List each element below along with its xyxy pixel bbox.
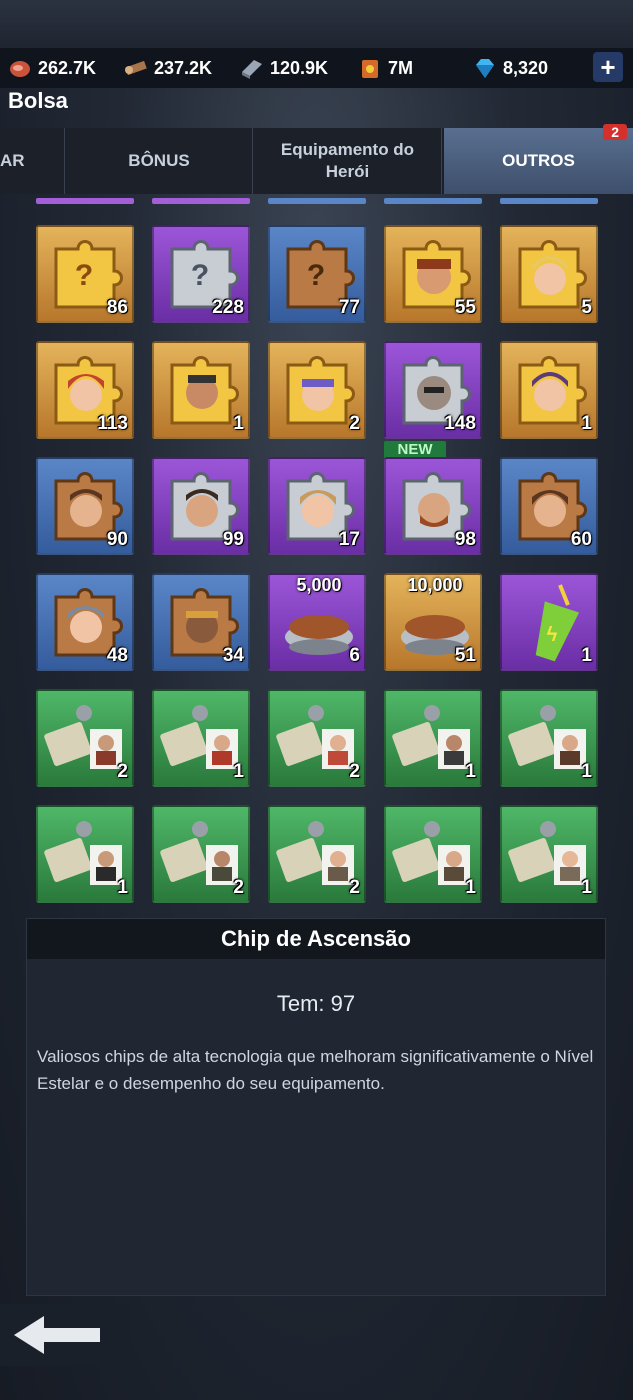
notification-badge: 2	[603, 124, 627, 140]
page-title: Bolsa	[8, 88, 68, 113]
svg-text:ϟ: ϟ	[547, 624, 558, 646]
svg-text:?: ?	[75, 259, 93, 292]
item-dog-tag-photo[interactable]: 1	[500, 805, 598, 903]
resource-value: 8,320	[503, 57, 549, 78]
item-hero-puzzle[interactable]: 60	[500, 457, 598, 555]
steel-icon	[240, 56, 264, 80]
row-strip	[152, 198, 250, 204]
item-description: Valiosos chips de alta tecnologia que me…	[37, 1047, 594, 1093]
item-energy-drink[interactable]: ϟ 1	[500, 573, 598, 671]
wood-icon	[124, 56, 148, 80]
fuel-icon	[358, 56, 382, 80]
tab-label: OUTROS	[502, 151, 575, 170]
resource-diamond[interactable]: 8,320	[473, 56, 548, 80]
item-hero-puzzle[interactable]: 34	[152, 573, 250, 671]
item-hero-puzzle[interactable]: 90	[36, 457, 134, 555]
tab-others[interactable]: OUTROS 2	[444, 124, 633, 194]
resource-value: 120.9K	[270, 57, 329, 78]
svg-text:?: ?	[191, 259, 209, 292]
item-hero-puzzle[interactable]: 17	[268, 457, 366, 555]
item-hero-puzzle[interactable]: 98	[384, 457, 482, 555]
resource-meat[interactable]: 262.7K	[8, 56, 96, 80]
row-strip	[500, 198, 598, 204]
resource-value: 237.2K	[154, 57, 213, 78]
item-dog-tag-photo[interactable]: 1	[384, 689, 482, 787]
item-hero-puzzle[interactable]: 1	[152, 341, 250, 439]
add-diamonds-button[interactable]: +	[593, 52, 623, 82]
item-dog-tag-photo[interactable]: 1	[384, 805, 482, 903]
item-hero-puzzle[interactable]: 2	[268, 341, 366, 439]
item-dog-tag-photo[interactable]: 2	[268, 805, 366, 903]
tab-bonus[interactable]: BÔNUS	[66, 128, 253, 194]
resource-fuel[interactable]: 7M	[358, 56, 413, 80]
item-mystery-puzzle-gold[interactable]: ? 86	[36, 225, 134, 323]
tab-hero-equipment[interactable]: Equipamento do Herói	[254, 128, 442, 194]
back-button[interactable]	[0, 1304, 130, 1366]
item-dog-tag-photo[interactable]: 2	[268, 689, 366, 787]
row-strip	[384, 198, 482, 204]
item-name: Chip de Ascensão	[27, 919, 605, 959]
resource-wood[interactable]: 237.2K	[124, 56, 212, 80]
top-bar	[0, 0, 633, 48]
item-hero-puzzle[interactable]: 1	[500, 341, 598, 439]
item-mystery-puzzle-bronze[interactable]: ? 77	[268, 225, 366, 323]
item-dog-tag-photo[interactable]: 2	[36, 689, 134, 787]
resource-value: 262.7K	[38, 57, 97, 78]
meat-icon	[8, 56, 32, 80]
diamond-icon	[473, 56, 497, 80]
item-hero-puzzle[interactable]: 48	[36, 573, 134, 671]
item-hero-puzzle[interactable]: 99	[152, 457, 250, 555]
tab-bar: AR BÔNUS Equipamento do Herói OUTROS 2	[0, 124, 633, 194]
svg-text:?: ?	[307, 259, 325, 292]
item-hero-puzzle[interactable]: 5	[500, 225, 598, 323]
item-dog-tag-photo[interactable]: 1	[500, 689, 598, 787]
item-mystery-puzzle-silver[interactable]: ? 228	[152, 225, 250, 323]
row-strip	[36, 198, 134, 204]
item-hero-puzzle[interactable]: 148	[384, 341, 482, 439]
resource-steel[interactable]: 120.9K	[240, 56, 328, 80]
resource-value: 7M	[388, 57, 414, 78]
item-hero-puzzle[interactable]: 113	[36, 341, 134, 439]
item-owned-count: Tem: 97	[276, 991, 356, 1016]
item-pet-food-bowl[interactable]: 5,000 6	[268, 573, 366, 671]
item-dog-tag-photo[interactable]: 1	[36, 805, 134, 903]
tab-prev[interactable]: AR	[0, 128, 65, 194]
item-pet-food-bowl[interactable]: 10,000 51	[384, 573, 482, 671]
item-hero-puzzle[interactable]: 55	[384, 225, 482, 323]
row-strip	[268, 198, 366, 204]
item-dog-tag-photo[interactable]: 1	[152, 689, 250, 787]
item-detail-panel: Chip de Ascensão Tem: 97 Valiosos chips …	[26, 918, 606, 1296]
item-dog-tag-photo[interactable]: 2	[152, 805, 250, 903]
back-arrow-icon	[14, 1316, 100, 1354]
